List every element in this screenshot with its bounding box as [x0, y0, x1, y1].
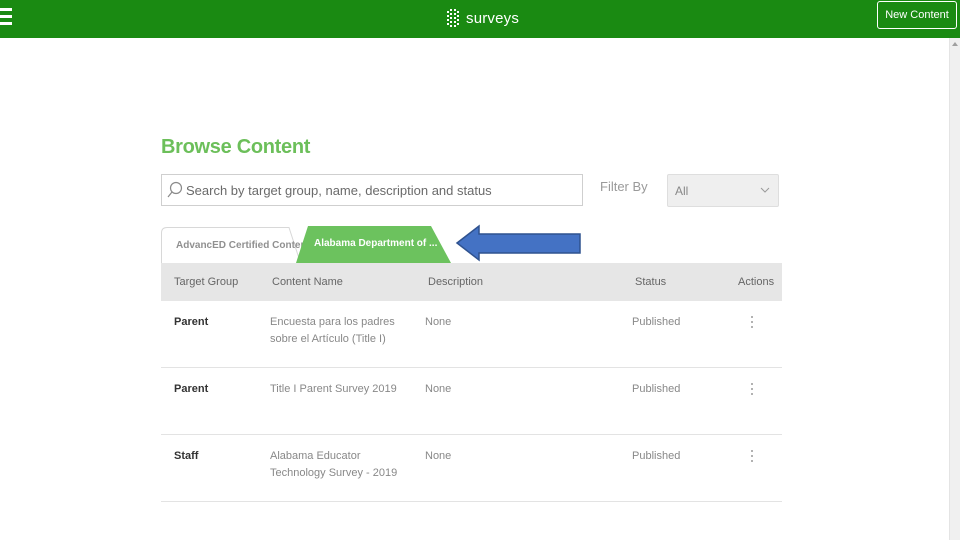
table-row[interactable]: Parent Title I Parent Survey 2019 None P…: [161, 368, 782, 435]
filter-by-label: Filter By: [600, 179, 648, 194]
column-header-content-name[interactable]: Content Name: [272, 276, 343, 288]
more-vertical-icon[interactable]: [750, 316, 754, 330]
cell-target-group: Parent: [174, 316, 209, 328]
cell-content-name[interactable]: Title I Parent Survey 2019: [270, 381, 410, 398]
tab-advanced-certified-content[interactable]: AdvancED Certified Content: [161, 227, 310, 263]
filter-selected-value: All: [675, 184, 689, 198]
tab-alabama-label: Alabama Department of ...: [314, 238, 438, 249]
cell-description: None: [425, 450, 452, 462]
column-header-status[interactable]: Status: [635, 276, 666, 288]
table-header: Target Group Content Name Description St…: [161, 263, 782, 301]
column-header-description[interactable]: Description: [428, 276, 483, 288]
hamburger-menu-icon[interactable]: [0, 8, 12, 30]
more-vertical-icon[interactable]: [750, 383, 754, 397]
chevron-down-icon: [760, 187, 770, 193]
cell-target-group: Parent: [174, 383, 209, 395]
cell-status: Published: [632, 450, 681, 462]
table-row[interactable]: Staff Alabama Educator Technology Survey…: [161, 435, 782, 502]
app-logo[interactable]: surveys: [446, 6, 519, 30]
surveys-logo-icon: [447, 9, 459, 27]
page-title: Browse Content: [161, 136, 311, 158]
tab-advanced-label: AdvancED Certified Content: [176, 240, 310, 251]
column-header-target-group[interactable]: Target Group: [174, 276, 238, 288]
column-header-actions: Actions: [738, 276, 775, 288]
table-row[interactable]: Parent Encuesta para los padres sobre el…: [161, 301, 782, 368]
scroll-up-arrow-icon[interactable]: [952, 42, 958, 46]
search-box[interactable]: [161, 174, 583, 206]
cell-status: Published: [632, 316, 681, 328]
filter-select[interactable]: All: [667, 174, 779, 207]
content-table: Target Group Content Name Description St…: [161, 263, 782, 502]
cell-status: Published: [632, 383, 681, 395]
app-name: surveys: [466, 9, 520, 27]
cell-target-group: Staff: [174, 450, 199, 462]
new-content-button[interactable]: New Content: [877, 1, 957, 29]
page-scrollbar[interactable]: [949, 38, 960, 540]
search-icon: [167, 181, 183, 198]
left-arrow-annotation-icon: [455, 224, 581, 262]
cell-description: None: [425, 383, 452, 395]
cell-content-name[interactable]: Encuesta para los padres sobre el Artícu…: [270, 314, 410, 348]
top-app-bar: surveys New Content: [0, 0, 960, 38]
more-vertical-icon[interactable]: [750, 450, 754, 464]
cell-content-name[interactable]: Alabama Educator Technology Survey - 201…: [270, 448, 410, 482]
tab-alabama-department[interactable]: Alabama Department of ...: [296, 226, 451, 263]
cell-description: None: [425, 316, 452, 328]
search-input[interactable]: [186, 175, 576, 205]
